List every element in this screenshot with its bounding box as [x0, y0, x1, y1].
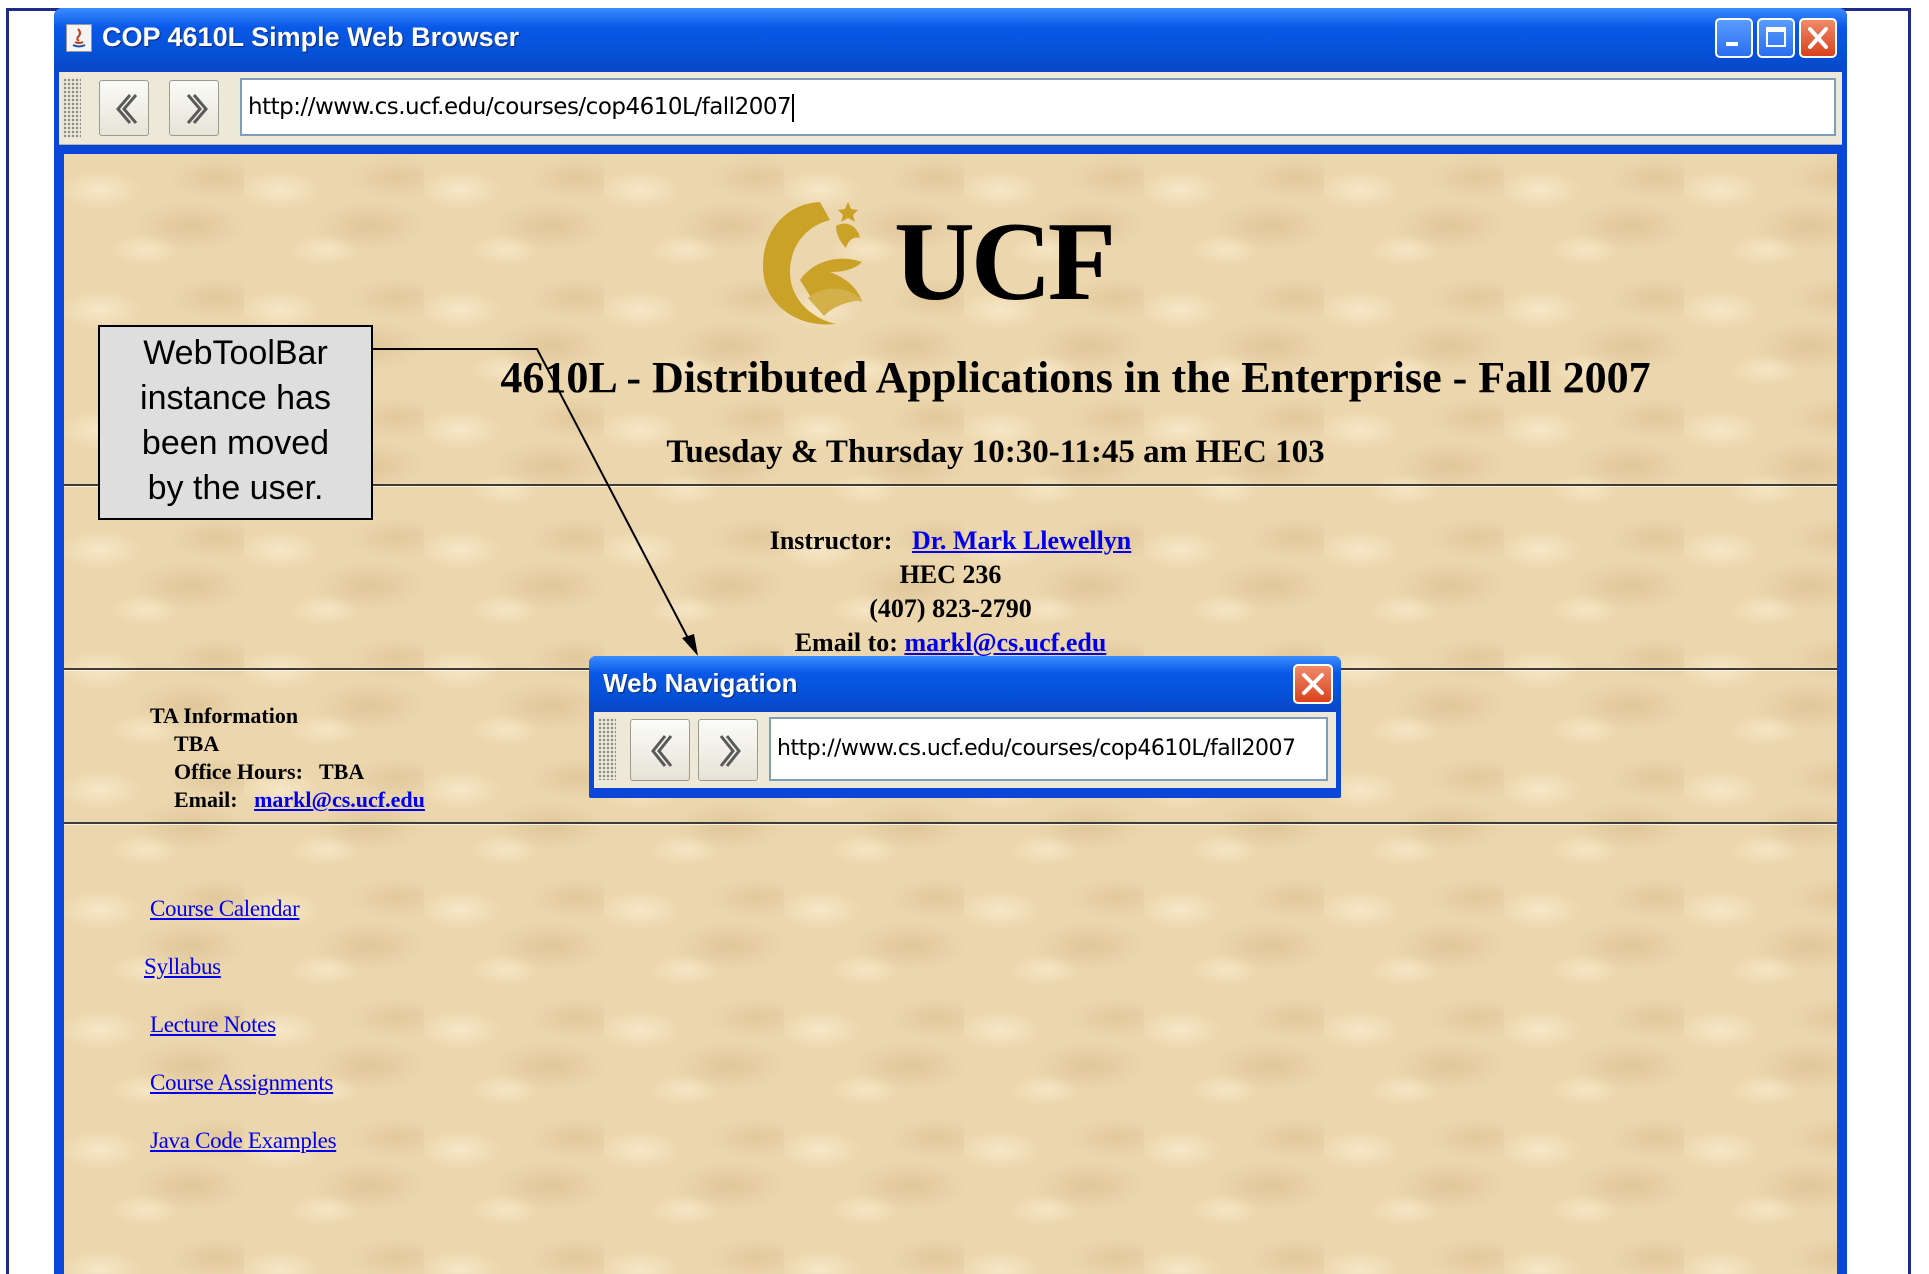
annotation-line: been moved [141, 424, 330, 462]
ucf-wordmark: UCF [894, 200, 1116, 324]
toolbar-grip[interactable] [63, 78, 81, 138]
annotation-line: WebToolBar [143, 334, 328, 372]
minimize-button[interactable] [1715, 18, 1753, 58]
web-toolbar: http://www.cs.ucf.edu/courses/cop4610L/f… [59, 72, 1842, 145]
floating-url-input[interactable]: http://www.cs.ucf.edu/courses/cop4610L/f… [769, 717, 1328, 781]
annotation-line: by the user. [147, 469, 324, 507]
browser-window: COP 4610L Simple Web Browser http://www.… [54, 8, 1847, 1274]
ta-email-label: Email: [174, 787, 238, 812]
link-course-calendar[interactable]: Course Calendar [150, 896, 300, 922]
floating-web-toolbar[interactable]: Web Navigation http://www.cs.ucf.edu/cou… [589, 656, 1341, 798]
annotation-callout: WebToolBar instance has been moved by th… [98, 325, 373, 520]
link-lecture-notes[interactable]: Lecture Notes [150, 1012, 276, 1038]
ta-name: TBA [174, 731, 220, 756]
back-arrow-icon [116, 94, 138, 124]
back-button[interactable] [99, 80, 149, 136]
divider [64, 822, 1837, 825]
toolbar-grip[interactable] [598, 718, 616, 780]
ta-email-link[interactable]: markl@cs.ucf.edu [254, 787, 425, 812]
floating-toolbar-title: Web Navigation [603, 668, 798, 698]
floating-toolbar-body: http://www.cs.ucf.edu/courses/cop4610L/f… [594, 712, 1336, 788]
close-icon [1302, 673, 1324, 695]
forward-arrow-icon [186, 94, 208, 124]
forward-button[interactable] [169, 80, 219, 136]
window-title: COP 4610L Simple Web Browser [102, 22, 520, 52]
ta-heading: TA Information [150, 703, 299, 728]
floating-close-button[interactable] [1293, 664, 1333, 704]
ta-office-hours: Office Hours: TBA [174, 759, 365, 784]
maximize-button[interactable] [1757, 18, 1795, 58]
instructor-email-link[interactable]: markl@cs.ucf.edu [904, 628, 1106, 657]
annotation-line: instance has [140, 379, 331, 417]
link-course-assignments[interactable]: Course Assignments [150, 1070, 333, 1096]
instructor-info: Instructor: Dr. Mark Llewellyn HEC 236 (… [64, 524, 1837, 660]
close-button[interactable] [1799, 18, 1837, 58]
close-icon [1808, 27, 1828, 49]
link-syllabus[interactable]: Syllabus [144, 954, 221, 980]
maximize-icon [1766, 27, 1786, 47]
office-location: HEC 236 [899, 560, 1002, 589]
pegasus-icon [763, 202, 862, 325]
minimize-icon [1726, 42, 1738, 46]
java-icon [66, 24, 92, 52]
floating-forward-button[interactable] [698, 719, 758, 781]
title-bar[interactable]: COP 4610L Simple Web Browser [54, 8, 1847, 72]
back-arrow-icon [651, 735, 673, 767]
instructor-link[interactable]: Dr. Mark Llewellyn [912, 526, 1131, 555]
url-input[interactable]: http://www.cs.ucf.edu/courses/cop4610L/f… [240, 78, 1836, 136]
floating-toolbar-title-bar[interactable]: Web Navigation [589, 656, 1341, 712]
email-label: Email to: [794, 628, 898, 657]
ucf-logo: UCF [750, 190, 1150, 330]
phone-number: (407) 823-2790 [869, 594, 1032, 623]
forward-arrow-icon [719, 735, 741, 767]
ta-info: TA Information TBA Office Hours: TBA Ema… [150, 702, 425, 814]
link-java-code-examples[interactable]: Java Code Examples [150, 1128, 337, 1154]
floating-back-button[interactable] [630, 719, 690, 781]
instructor-label: Instructor: [769, 526, 893, 555]
